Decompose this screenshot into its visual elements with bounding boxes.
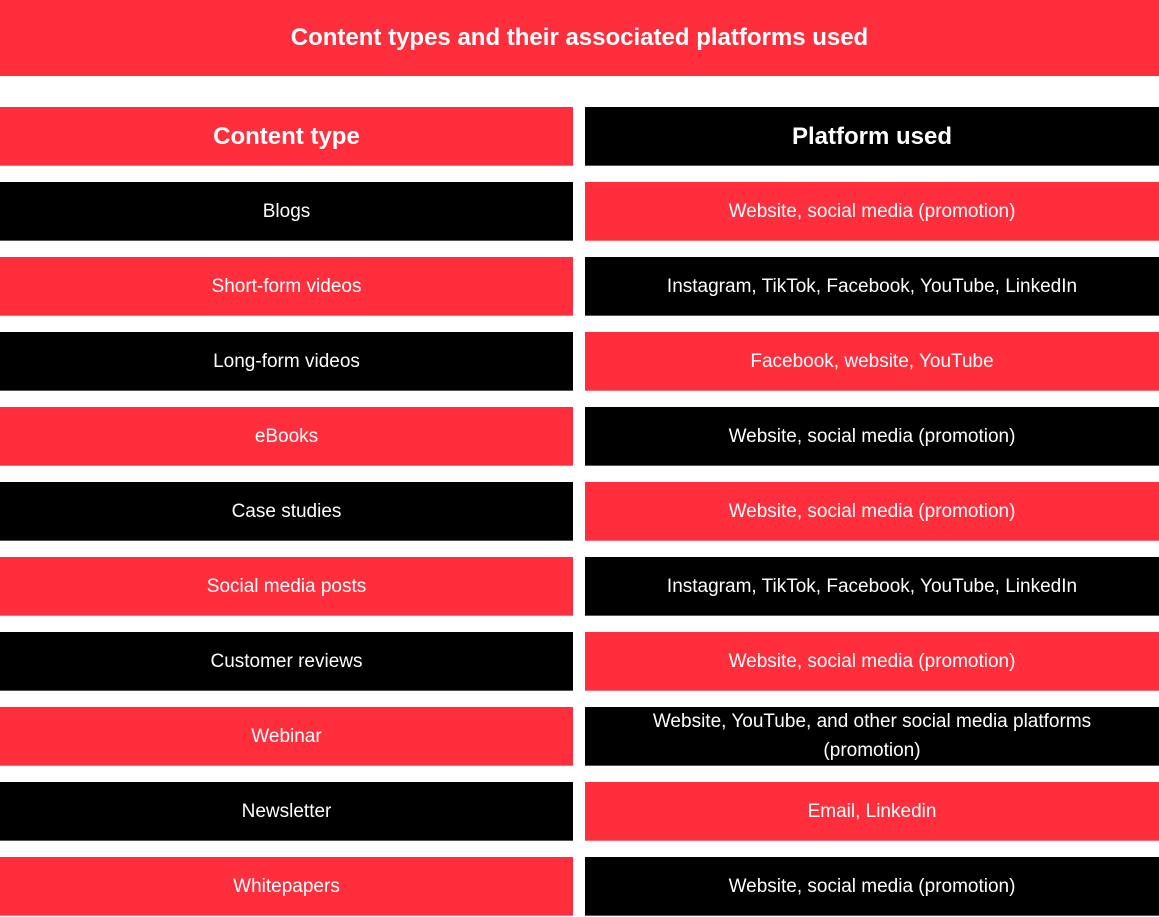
platform-cell: Website, YouTube, and other social media… [585, 707, 1159, 766]
content-type-cell: Social media posts [0, 557, 573, 616]
platform-cell: Website, social media (promotion) [585, 482, 1159, 541]
platform-cell: Website, social media (promotion) [585, 407, 1159, 466]
content-type-cell: Case studies [0, 482, 573, 541]
platform-cell: Website, social media (promotion) [585, 632, 1159, 691]
platform-cell: Email, Linkedin [585, 782, 1159, 841]
header-platform-used: Platform used [585, 107, 1159, 166]
platform-cell: Facebook, website, YouTube [585, 332, 1159, 391]
platform-cell: Website, social media (promotion) [585, 182, 1159, 241]
header-content-type: Content type [0, 107, 573, 166]
platform-cell: Instagram, TikTok, Facebook, YouTube, Li… [585, 257, 1159, 316]
content-type-cell: Webinar [0, 707, 573, 766]
content-type-cell: Newsletter [0, 782, 573, 841]
content-type-cell: eBooks [0, 407, 573, 466]
platform-cell: Instagram, TikTok, Facebook, YouTube, Li… [585, 557, 1159, 616]
platform-cell: Website, social media (promotion) [585, 857, 1159, 916]
content-type-cell: Whitepapers [0, 857, 573, 916]
page-title: Content types and their associated platf… [0, 0, 1159, 76]
content-type-cell: Long-form videos [0, 332, 573, 391]
content-type-cell: Blogs [0, 182, 573, 241]
content-type-cell: Short-form videos [0, 257, 573, 316]
content-type-cell: Customer reviews [0, 632, 573, 691]
